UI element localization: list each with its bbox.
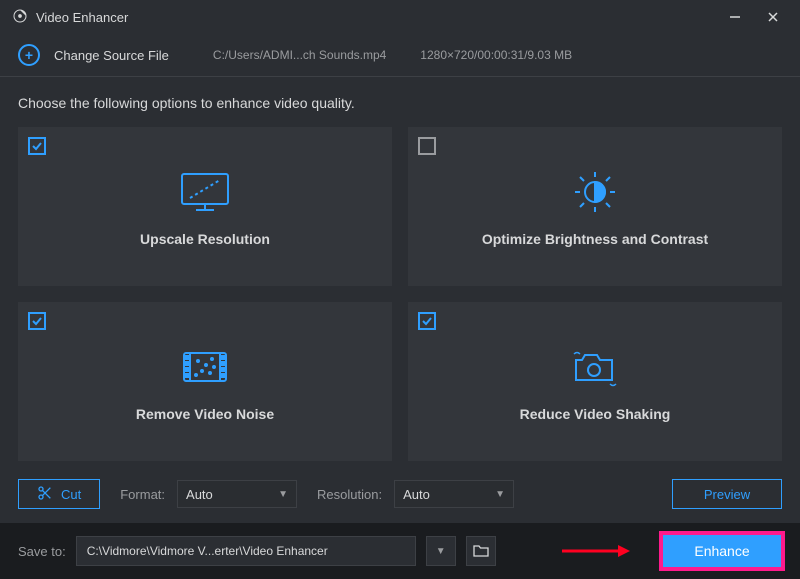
option-reduce-shaking[interactable]: Reduce Video Shaking — [408, 302, 782, 461]
option-upscale-resolution[interactable]: Upscale Resolution — [18, 127, 392, 286]
folder-icon — [473, 543, 489, 560]
brightness-icon — [571, 167, 619, 217]
change-source-button[interactable]: Change Source File — [54, 48, 169, 63]
cut-button[interactable]: Cut — [18, 479, 100, 509]
controls-row: Cut Format: Auto ▼ Resolution: Auto ▼ Pr… — [0, 469, 800, 523]
add-source-icon[interactable]: + — [18, 44, 40, 66]
app-icon — [12, 8, 28, 27]
preview-label: Preview — [704, 487, 750, 502]
option-label: Reduce Video Shaking — [520, 406, 671, 422]
source-row: + Change Source File C:/Users/ADMI...ch … — [0, 34, 800, 77]
source-path: C:/Users/ADMI...ch Sounds.mp4 — [213, 48, 386, 62]
option-label: Remove Video Noise — [136, 406, 274, 422]
option-optimize-brightness[interactable]: Optimize Brightness and Contrast — [408, 127, 782, 286]
close-button[interactable] — [758, 2, 788, 32]
enhance-label: Enhance — [694, 543, 749, 559]
checkbox-checked-icon[interactable] — [28, 137, 46, 155]
checkbox-checked-icon[interactable] — [28, 312, 46, 330]
scissors-icon — [37, 485, 53, 504]
annotation-arrow-icon — [560, 543, 630, 559]
chevron-down-icon: ▼ — [436, 546, 446, 557]
save-path-field[interactable]: C:\Vidmore\Vidmore V...erter\Video Enhan… — [76, 536, 416, 566]
options-grid: Upscale Resolution Optimize Brightness a… — [0, 117, 800, 469]
save-path-value: C:\Vidmore\Vidmore V...erter\Video Enhan… — [87, 544, 328, 558]
browse-folder-button[interactable] — [466, 536, 496, 566]
format-label: Format: — [120, 487, 165, 502]
camera-shake-icon — [568, 342, 622, 392]
format-select[interactable]: Auto ▼ — [177, 480, 297, 508]
instruction-text: Choose the following options to enhance … — [0, 77, 800, 117]
format-value: Auto — [186, 487, 213, 502]
film-noise-icon — [180, 342, 230, 392]
resolution-value: Auto — [403, 487, 430, 502]
cut-label: Cut — [61, 487, 81, 502]
minimize-button[interactable] — [720, 2, 750, 32]
save-to-label: Save to: — [18, 544, 66, 559]
window-title: Video Enhancer — [36, 10, 128, 25]
option-remove-noise[interactable]: Remove Video Noise — [18, 302, 392, 461]
save-path-dropdown[interactable]: ▼ — [426, 536, 456, 566]
resolution-select[interactable]: Auto ▼ — [394, 480, 514, 508]
resolution-label: Resolution: — [317, 487, 382, 502]
option-label: Optimize Brightness and Contrast — [482, 231, 708, 247]
chevron-down-icon: ▼ — [495, 489, 505, 500]
checkbox-checked-icon[interactable] — [418, 312, 436, 330]
option-label: Upscale Resolution — [140, 231, 270, 247]
monitor-upscale-icon — [178, 167, 232, 217]
chevron-down-icon: ▼ — [278, 489, 288, 500]
preview-button[interactable]: Preview — [672, 479, 782, 509]
source-meta: 1280×720/00:00:31/9.03 MB — [420, 48, 572, 62]
footer-bar: Save to: C:\Vidmore\Vidmore V...erter\Vi… — [0, 523, 800, 579]
title-bar: Video Enhancer — [0, 0, 800, 34]
checkbox-unchecked-icon[interactable] — [418, 137, 436, 155]
enhance-button[interactable]: Enhance — [662, 534, 782, 568]
